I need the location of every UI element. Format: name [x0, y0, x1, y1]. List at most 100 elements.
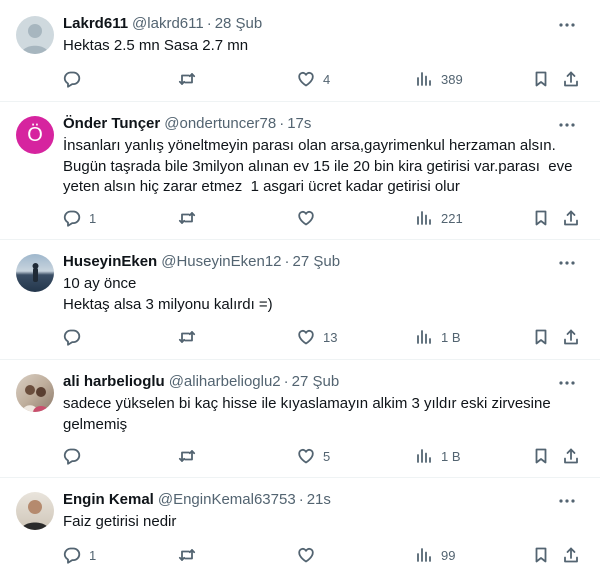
- author-name[interactable]: HuseyinEken: [63, 253, 157, 270]
- reply-button[interactable]: 1: [63, 208, 96, 228]
- heart-icon: [298, 547, 314, 563]
- tweet-text: 10 ay önce Hektaş alsa 3 milyonu kalırdı…: [63, 275, 273, 313]
- reply-button[interactable]: [63, 446, 89, 466]
- author-handle[interactable]: @EnginKemal63753: [158, 491, 296, 508]
- like-button[interactable]: 5: [297, 446, 330, 466]
- tweet-text: Faiz getirisi nedir: [63, 513, 177, 530]
- bookmark-icon: [535, 329, 547, 345]
- author-handle[interactable]: @aliharbelioglu2: [169, 373, 281, 390]
- author-name[interactable]: Engin Kemal: [63, 491, 154, 508]
- repost-button[interactable]: [178, 208, 204, 228]
- heart-icon: [298, 448, 314, 464]
- like-count: 4: [323, 71, 331, 87]
- separator-dot: ·: [279, 115, 285, 132]
- share-icon: [564, 210, 578, 226]
- tweet-feed: Lakrd611 @lakrd611 · 28 Şub Hektas 2.5 mn S…: [0, 0, 604, 580]
- timestamp[interactable]: 17s: [287, 115, 311, 132]
- more-options-icon[interactable]: [558, 374, 576, 392]
- bookmark-button[interactable]: [532, 446, 550, 466]
- like-button[interactable]: 13: [297, 327, 337, 347]
- view-count: 1 B: [441, 448, 461, 464]
- bookmark-button[interactable]: [532, 208, 550, 228]
- share-button[interactable]: [562, 69, 580, 89]
- tweet[interactable]: HuseyinEken @HuseyinEken12 · 27 Şub 10 ay ö…: [0, 240, 600, 360]
- tweet[interactable]: Engin Kemal @EnginKemal63753 · 21s Faiz get…: [0, 478, 600, 580]
- bookmark-button[interactable]: [532, 545, 550, 565]
- reply-icon: [63, 448, 81, 465]
- tweet-text: Hektas 2.5 mn Sasa 2.7 mn: [63, 37, 249, 54]
- reply-icon: [63, 547, 81, 564]
- timestamp[interactable]: 21s: [307, 491, 331, 508]
- tweet[interactable]: Lakrd611 @lakrd611 · 28 Şub Hektas 2.5 mn S…: [0, 0, 600, 102]
- repost-button[interactable]: [178, 545, 204, 565]
- author-handle[interactable]: @lakrd611: [132, 15, 204, 32]
- more-options-icon[interactable]: [558, 116, 576, 134]
- reply-icon: [63, 71, 81, 88]
- reply-button[interactable]: 1: [63, 545, 96, 565]
- tweet-header: HuseyinEken @HuseyinEken12 · 27 Şub: [63, 252, 560, 272]
- like-button[interactable]: 4: [297, 69, 330, 89]
- repost-button[interactable]: [178, 69, 204, 89]
- share-icon: [564, 547, 578, 563]
- action-bar: 5 1 B: [63, 446, 584, 466]
- repost-icon: [178, 331, 196, 343]
- author-handle[interactable]: @ondertuncer78: [164, 115, 276, 132]
- timestamp[interactable]: 28 Şub: [215, 15, 263, 32]
- like-button[interactable]: [297, 545, 323, 565]
- author-name[interactable]: ali harbelioglu: [63, 373, 165, 390]
- author-handle[interactable]: @HuseyinEken12: [161, 253, 281, 270]
- action-bar: 13 1 B: [63, 327, 584, 347]
- share-button[interactable]: [562, 208, 580, 228]
- tweet[interactable]: Ö Önder Tunçer @ondertuncer78 · 17s İnsanla…: [0, 102, 600, 240]
- repost-button[interactable]: [178, 446, 204, 466]
- share-button[interactable]: [562, 545, 580, 565]
- reply-button[interactable]: [63, 69, 89, 89]
- author-name[interactable]: Lakrd611: [63, 15, 128, 32]
- reply-button[interactable]: [63, 327, 89, 347]
- repost-button[interactable]: [178, 327, 204, 347]
- share-button[interactable]: [562, 327, 580, 347]
- letter-avatar[interactable]: Ö: [16, 116, 54, 154]
- separator-dot: ·: [283, 373, 289, 390]
- views-button[interactable]: 221: [415, 208, 463, 228]
- share-icon: [564, 329, 578, 345]
- view-count: 1 B: [441, 329, 461, 345]
- tweet-header: Engin Kemal @EnginKemal63753 · 21s: [63, 490, 560, 510]
- action-bar: 1 221: [63, 208, 584, 228]
- photo-avatar-people[interactable]: [16, 374, 54, 412]
- timestamp[interactable]: 27 Şub: [293, 253, 341, 270]
- bookmark-icon: [535, 547, 547, 563]
- tweet-header: Önder Tunçer @ondertuncer78 · 17s: [63, 114, 560, 134]
- author-name[interactable]: Önder Tunçer: [63, 115, 160, 132]
- share-button[interactable]: [562, 446, 580, 466]
- more-options-icon[interactable]: [558, 492, 576, 510]
- bookmark-button[interactable]: [532, 69, 550, 89]
- photo-avatar-man[interactable]: [16, 492, 54, 530]
- share-icon: [564, 448, 578, 464]
- view-count: 389: [441, 71, 463, 87]
- avatar-initial: Ö: [27, 123, 43, 146]
- default-avatar[interactable]: [16, 16, 54, 54]
- views-button[interactable]: 389: [415, 69, 463, 89]
- repost-icon: [178, 549, 196, 561]
- more-options-icon[interactable]: [558, 254, 576, 272]
- heart-icon: [298, 329, 314, 345]
- bookmark-icon: [535, 71, 547, 87]
- views-button[interactable]: 1 B: [415, 327, 461, 347]
- views-chart-icon: [417, 449, 431, 463]
- views-button[interactable]: 1 B: [415, 446, 461, 466]
- more-options-icon[interactable]: [558, 16, 576, 34]
- photo-avatar-lake[interactable]: [16, 254, 54, 292]
- bookmark-button[interactable]: [532, 327, 550, 347]
- reply-icon: [63, 210, 81, 227]
- heart-icon: [298, 210, 314, 226]
- repost-icon: [178, 212, 196, 224]
- views-button[interactable]: 99: [415, 545, 455, 565]
- like-count: 5: [323, 448, 331, 464]
- tweet[interactable]: ali harbelioglu @aliharbelioglu2 · 27 Şub s…: [0, 360, 600, 478]
- views-chart-icon: [417, 211, 431, 225]
- timestamp[interactable]: 27 Şub: [292, 373, 340, 390]
- like-button[interactable]: [297, 208, 323, 228]
- tweet-text: sadece yükselen bi kaç hisse ile kıyasla…: [63, 395, 555, 433]
- like-count: 13: [323, 329, 338, 345]
